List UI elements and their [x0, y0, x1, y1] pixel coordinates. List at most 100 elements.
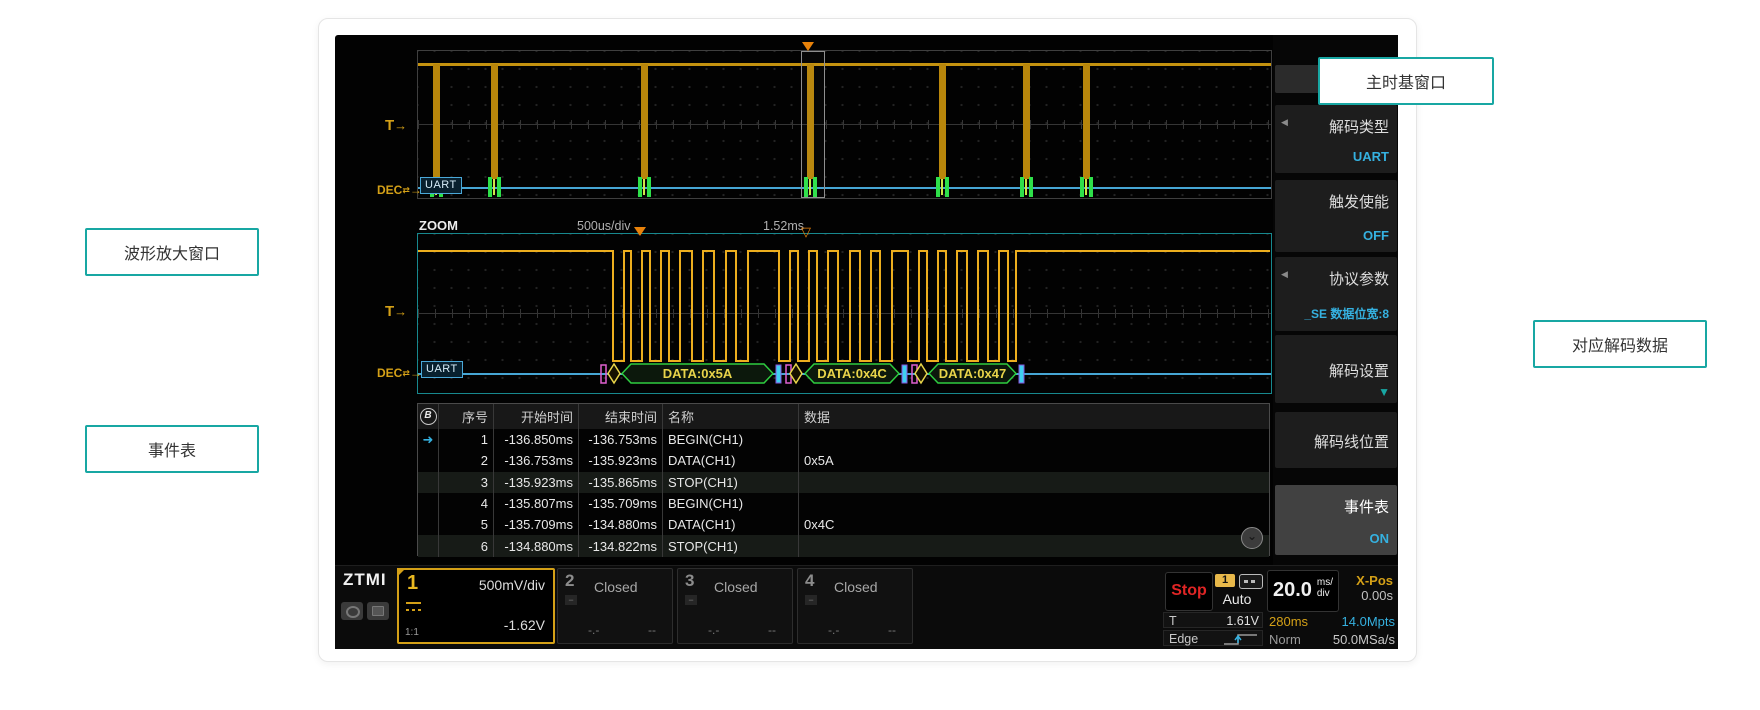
trigger-type-row[interactable]: Edge [1163, 630, 1263, 646]
bus-icon: B [420, 408, 437, 425]
col-header-end: 结束时间 [579, 404, 663, 429]
uart-burst [1083, 64, 1090, 179]
event-table-row[interactable]: 6-134.880ms-134.822msSTOP(CH1) [418, 535, 1269, 556]
swap-arrow-icon: ⇄ [402, 185, 410, 195]
status-bar: ZTMI 1 1:1 500mV/div -1.62V 2 − Closed -… [335, 565, 1398, 649]
zoom-trigger-level-label: T→ [385, 303, 407, 320]
table-scroll-down-button[interactable]: ⌄ [1241, 527, 1263, 549]
event-start-time: -136.753ms [494, 450, 579, 471]
col-header-data: 数据 [799, 404, 1269, 429]
event-table-row[interactable]: 5-135.709ms-134.880msDATA(CH1)0x4C [418, 514, 1269, 535]
channel-4-state: Closed [834, 579, 878, 595]
event-start-time: -135.807ms [494, 493, 579, 514]
event-start-time: -135.923ms [494, 472, 579, 493]
menu-more-indicator[interactable]: ▼ [1378, 385, 1390, 399]
event-name: BEGIN(CH1) [663, 493, 799, 514]
event-end-time: -135.923ms [579, 450, 663, 471]
menu-item-protocol-params[interactable]: ◀ 协议参数 _SE 数据位宽:8 [1275, 257, 1397, 331]
bus-source-icon[interactable] [1239, 574, 1263, 589]
event-data: 0x5A [799, 450, 1269, 471]
main-timebase-window: UART [417, 50, 1272, 199]
event-no: 6 [439, 535, 494, 556]
decode-data-bubble-3: DATA:0x47 [929, 364, 1016, 383]
zoom-timebase-readout: 500us/div [577, 219, 631, 233]
menu-item-event-table[interactable]: 事件表 ON [1275, 485, 1397, 555]
event-end-time: -135.709ms [579, 493, 663, 514]
main-waveform-high-level [418, 63, 1271, 66]
dc-coupling-icon [406, 602, 421, 611]
col-header-name: 名称 [663, 404, 799, 429]
memory-depth-readout: 14.0Mpts [1323, 614, 1395, 629]
channel-1-number: 1 [407, 572, 418, 595]
channel-1-box[interactable]: 1 1:1 500mV/div -1.62V [397, 568, 555, 644]
decode-activity-mark [638, 177, 651, 197]
event-data [799, 472, 1269, 493]
event-name: STOP(CH1) [663, 535, 799, 556]
row-icon-cell [418, 450, 439, 471]
channel-marker-icon [397, 568, 406, 577]
trigger-source-badge[interactable]: 1 [1215, 574, 1235, 587]
event-end-time: -136.753ms [579, 429, 663, 450]
rising-edge-icon [1223, 632, 1259, 646]
event-no: 4 [439, 493, 494, 514]
event-table-row[interactable]: 2-136.753ms-135.923msDATA(CH1)0x5A [418, 450, 1269, 471]
event-no: 5 [439, 514, 494, 535]
acquisition-state-badge[interactable]: Stop [1165, 572, 1213, 611]
row-icon-cell [418, 535, 439, 556]
acquire-mode-readout: Norm [1269, 632, 1301, 647]
triangle-down-icon: ▼ [1378, 385, 1390, 399]
xpos-label: X-Pos [1341, 573, 1393, 588]
event-start-time: -135.709ms [494, 514, 579, 535]
event-table-header: B 序号 开始时间 结束时间 名称 数据 [418, 404, 1269, 429]
event-table-row[interactable]: 4-135.807ms-135.709msBEGIN(CH1) [418, 493, 1269, 514]
annotated-oscilloscope-figure: UART T→ DEC⇄→ ZOOM 500us/div 1.52ms [0, 0, 1760, 710]
channel-3-box[interactable]: 3 − Closed -.- -- [677, 568, 793, 644]
event-name: DATA(CH1) [663, 514, 799, 535]
main-dec-label: DEC⇄→ [377, 183, 422, 197]
event-no: 3 [439, 472, 494, 493]
capture-window-readout: 280ms [1269, 614, 1308, 629]
bus-icon-cell: B [418, 404, 439, 429]
callout-overlay [0, 0, 300, 150]
menu-item-decode-type[interactable]: ◀ 解码类型 UART [1275, 105, 1397, 173]
event-data [799, 535, 1269, 556]
decode-menu-sidebar: 解 码 ◀ 解码类型 UART 触发使能 OFF ◀ 协议参数 _SE 数据位宽… [1273, 35, 1398, 648]
xpos-value: 0.00s [1341, 588, 1393, 603]
channel-1-probe-ratio: 1:1 [405, 627, 419, 638]
channel-2-box[interactable]: 2 − Closed -.- -- [557, 568, 673, 644]
event-end-time: -134.822ms [579, 535, 663, 556]
brand-logo: ZTMI [343, 570, 387, 590]
zoom-region-bracket[interactable] [801, 51, 825, 198]
menu-item-trigger-enable[interactable]: 触发使能 OFF [1275, 180, 1397, 252]
callout-main-timebase-window: 主时基窗口 [1318, 57, 1494, 105]
channel-1-offset: -1.62V [504, 617, 545, 633]
gesture-icon[interactable] [341, 602, 363, 620]
channel-2-state: Closed [594, 579, 638, 595]
col-header-start: 开始时间 [494, 404, 579, 429]
row-icon-cell [418, 514, 439, 535]
decode-activity-mark [488, 177, 501, 197]
event-no: 1 [439, 429, 494, 450]
event-end-time: -134.880ms [579, 514, 663, 535]
event-start-time: -134.880ms [494, 535, 579, 556]
uart-burst [491, 64, 498, 179]
callout-decode-data: 对应解码数据 [1533, 320, 1707, 368]
event-table-row[interactable]: 3-135.923ms-135.865msSTOP(CH1) [418, 472, 1269, 493]
minus-icon: − [565, 595, 577, 605]
event-name: STOP(CH1) [663, 472, 799, 493]
row-pointer-icon: ➜ [418, 429, 439, 450]
event-table-row[interactable]: ➜1-136.850ms-136.753msBEGIN(CH1) [418, 429, 1269, 450]
right-arrow-icon: → [410, 366, 422, 380]
event-name: DATA(CH1) [663, 450, 799, 471]
uart-burst [641, 64, 648, 179]
callout-zoom-window: 波形放大窗口 [85, 228, 259, 276]
zoom-offset-readout: 1.52ms [763, 219, 804, 233]
menu-item-decode-line-position[interactable]: 解码线位置 [1275, 412, 1397, 468]
trigger-sweep-mode[interactable]: Auto [1213, 591, 1261, 607]
timebase-box[interactable]: 20.0 ms/ div [1267, 570, 1339, 612]
decode-data-bubble-1: DATA:0x5A [622, 364, 773, 383]
usb-icon[interactable] [367, 602, 389, 620]
right-arrow-icon: → [410, 183, 422, 197]
channel-4-box[interactable]: 4 − Closed -.- -- [797, 568, 913, 644]
trigger-level-row[interactable]: T 1.61V [1163, 612, 1263, 628]
